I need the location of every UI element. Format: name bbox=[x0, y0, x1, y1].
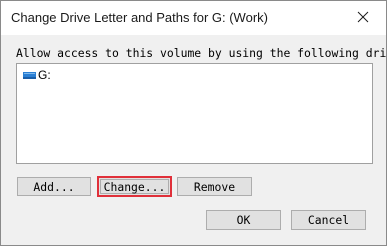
description-label: Allow access to this volume by using the… bbox=[16, 46, 387, 60]
add-button[interactable]: Add... bbox=[17, 177, 91, 196]
cancel-button[interactable]: Cancel bbox=[291, 210, 366, 230]
add-button-label: Add... bbox=[33, 179, 75, 194]
remove-button[interactable]: Remove bbox=[177, 177, 252, 196]
change-button[interactable]: Change... bbox=[97, 176, 172, 197]
dialog-body: Allow access to this volume by using the… bbox=[1, 35, 387, 245]
change-button-face: Change... bbox=[100, 179, 169, 194]
drive-list[interactable]: G: bbox=[16, 63, 373, 164]
change-button-label: Change... bbox=[103, 179, 166, 194]
close-icon bbox=[357, 11, 369, 22]
ok-button-label: OK bbox=[236, 213, 251, 227]
close-button[interactable] bbox=[340, 1, 386, 32]
cancel-button-label: Cancel bbox=[307, 213, 350, 227]
dialog-window: Change Drive Letter and Paths for G: (Wo… bbox=[0, 0, 387, 246]
remove-button-label: Remove bbox=[193, 179, 236, 194]
drive-icon bbox=[23, 71, 36, 79]
ok-button[interactable]: OK bbox=[206, 210, 281, 230]
list-item-label: G: bbox=[38, 68, 51, 82]
window-title: Change Drive Letter and Paths for G: (Wo… bbox=[11, 10, 268, 25]
list-item[interactable]: G: bbox=[23, 68, 51, 82]
title-bar[interactable]: Change Drive Letter and Paths for G: (Wo… bbox=[1, 1, 386, 35]
